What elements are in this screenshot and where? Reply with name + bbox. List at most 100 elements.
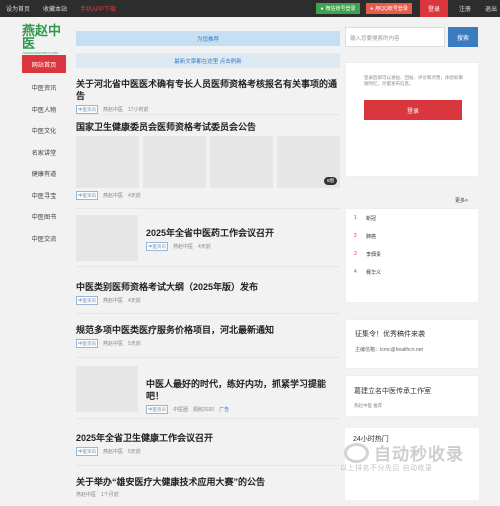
- category-tag[interactable]: 中医资讯: [76, 339, 98, 348]
- panel-login-button[interactable]: 登录: [364, 100, 462, 120]
- exit-link[interactable]: 退出: [482, 0, 500, 17]
- login-description: 登录后即可以发帖、回帖、评论和点赞，体验如果随时忆，尽量发布信息。: [364, 75, 463, 86]
- article-title[interactable]: 中医类别医师资格考试大纲（2025年版）发布: [76, 281, 340, 293]
- rank-number: 1: [354, 215, 357, 221]
- search-input[interactable]: 输入您要搜索的内容: [345, 27, 445, 47]
- article-time: 5天前: [128, 449, 141, 455]
- article-title[interactable]: 2025年全省中医药工作会议召开: [146, 227, 274, 239]
- article-title[interactable]: 关于河北省中医医术确有专长人员医师资格考核报名有关事项的通告: [76, 78, 340, 102]
- watermark: 自动秒收录 以上排名不分先后 自动收录: [337, 440, 487, 475]
- hot-tag-label: 肺癌: [366, 233, 377, 240]
- article-title[interactable]: 国家卫生健康委员会医师资格考试委员会公告: [76, 121, 340, 133]
- category-tag[interactable]: 中医资讯: [146, 405, 168, 414]
- search-button[interactable]: 搜索: [448, 27, 478, 47]
- article-time: 5天前: [128, 341, 141, 347]
- nav-item-health[interactable]: 健康有道: [22, 163, 66, 185]
- article-thumbnail[interactable]: [76, 366, 138, 412]
- wechat-login-button[interactable]: ● 微信账号登录: [316, 3, 360, 14]
- article-time: 1个月前: [101, 492, 119, 498]
- hot-tag-item[interactable]: 2 肺癌: [346, 227, 478, 245]
- bookmark-link[interactable]: 收藏本站: [43, 4, 67, 13]
- category-tag[interactable]: 中医资讯: [76, 296, 98, 305]
- banner-subtitle: 燕赵中医 推荐: [354, 403, 383, 408]
- article-item[interactable]: 关于河北省中医医术确有专长人员医师资格考核报名有关事项的通告 中医资讯 燕赵中医…: [76, 78, 340, 115]
- article-thumbnail[interactable]: [210, 136, 273, 188]
- article-title[interactable]: 中医人最好的时代，练好内功，抓紧学习提能吧！: [146, 378, 340, 402]
- article-extra: 順館2020: [193, 407, 215, 413]
- article-time: 4天前: [198, 244, 211, 250]
- refresh-tab[interactable]: 最新文章都在这里 点击刷新: [76, 53, 340, 68]
- article-item[interactable]: 2025年全省中医药工作会议召开 中医资讯 燕赵中医 4天前: [76, 215, 340, 267]
- hot-tags-list: 1 新冠 2 肺癌 3 李佃贵 4 赛华义: [345, 208, 479, 303]
- article-time: 17小时前: [128, 107, 149, 113]
- login-button[interactable]: 登录: [420, 0, 448, 17]
- article-item[interactable]: 关于举办“雄安医疗大健康技术应用大赛”的公告 燕赵中医 1个月前: [76, 476, 340, 506]
- banner-title: 征集令！优秀稿件来袭: [355, 331, 425, 338]
- more-link[interactable]: 更多>: [455, 197, 468, 204]
- hot-tag-label: 新冠: [366, 215, 377, 222]
- banner-title: 葛建立名中医传承工作室: [354, 388, 431, 395]
- article-item[interactable]: 中医类别医师资格考试大纲（2025年版）发布 中医资讯 燕赵中医 4天前: [76, 281, 340, 314]
- article-thumbnail[interactable]: [143, 136, 206, 188]
- ad-label: 广告: [219, 407, 230, 413]
- article-thumbnail[interactable]: [76, 215, 138, 261]
- logo-text: 燕赵中医: [22, 24, 62, 52]
- nav-item-forum[interactable]: 中医交流: [22, 228, 66, 250]
- article-title[interactable]: 关于举办“雄安医疗大健康技术应用大赛”的公告: [76, 476, 340, 488]
- site-logo[interactable]: 燕赵中医 YANZHAOZHONGYI.COM: [22, 25, 70, 55]
- article-item[interactable]: 中医人最好的时代，练好内功，抓紧学习提能吧！ 中医资讯 中医圈 順館2020 广…: [76, 366, 340, 419]
- studio-banner[interactable]: 葛建立名中医传承工作室 燕赵中医 推荐: [345, 375, 479, 417]
- article-source: 燕赵中医: [103, 298, 124, 304]
- app-download-link[interactable]: 手机APP下载: [80, 4, 116, 13]
- nav-item-treasure[interactable]: 中医寻宝: [22, 185, 66, 207]
- article-source: 燕赵中医: [173, 244, 194, 250]
- watermark-subtext: 以上排名不分先后 自动收录: [340, 465, 433, 472]
- article-title[interactable]: 规范多项中医类医疗服务价格项目，河北最新通知: [76, 324, 340, 336]
- rank-number: 3: [354, 251, 357, 257]
- article-item[interactable]: 国家卫生健康委员会医师资格考试委员会公告 6图 中医资讯 燕赵中医 4天前: [76, 121, 340, 209]
- article-source: 燕赵中医: [103, 341, 124, 347]
- category-tag[interactable]: 中医资讯: [76, 105, 98, 114]
- nav-item-lectures[interactable]: 名家讲堂: [22, 142, 66, 164]
- set-homepage-link[interactable]: 设为首页: [6, 4, 30, 13]
- nav-item-books[interactable]: 中医图书: [22, 206, 66, 228]
- qq-icon: ●: [370, 5, 374, 12]
- article-source: 燕赵中医: [103, 449, 124, 455]
- nav-item-home[interactable]: 网站首页: [22, 55, 66, 73]
- article-source: 中医圈: [173, 407, 189, 413]
- banner-subtitle: 主编信箱：tcmc@healthcn.net: [355, 347, 423, 353]
- article-item[interactable]: 规范多项中医类医疗服务价格项目，河北最新通知 中医资讯 燕赵中医 5天前: [76, 324, 340, 358]
- nav-item-culture[interactable]: 中医文化: [22, 120, 66, 142]
- article-source: 燕赵中医: [103, 107, 124, 113]
- watermark-text: 自动秒收录: [374, 445, 464, 464]
- hot-tag-item[interactable]: 3 李佃贵: [346, 245, 478, 263]
- category-tag[interactable]: 中医资讯: [146, 242, 168, 251]
- qq-login-label: 用QQ账号登录: [375, 6, 408, 12]
- hot-tag-item[interactable]: 4 赛华义: [346, 263, 478, 281]
- article-thumbnail[interactable]: [76, 136, 139, 188]
- login-panel: 登录后即可以发帖、回帖、评论和点赞，体验如果随时忆，尽量发布信息。 登录: [345, 62, 479, 177]
- rank-number: 4: [354, 269, 357, 275]
- article-source: 燕赵中医: [103, 193, 124, 199]
- nav-item-news[interactable]: 中医资讯: [22, 77, 66, 99]
- rank-number: 2: [354, 233, 357, 239]
- category-tag[interactable]: 中医资讯: [76, 447, 98, 456]
- image-count-badge: 6图: [323, 177, 337, 185]
- article-title[interactable]: 2025年全省卫生健康工作会议召开: [76, 432, 340, 444]
- article-time: 4天前: [128, 298, 141, 304]
- side-nav: 网站首页 中医资讯 中医人物 中医文化 名家讲堂 健康有道 中医寻宝 中医图书 …: [22, 55, 66, 249]
- watermark-logo-icon: [344, 443, 369, 463]
- hot-tag-label: 赛华义: [366, 269, 382, 276]
- category-tag[interactable]: 中医资讯: [76, 191, 98, 200]
- article-source: 燕赵中医: [76, 492, 97, 498]
- nav-item-people[interactable]: 中医人物: [22, 99, 66, 121]
- register-link[interactable]: 注册: [456, 0, 474, 17]
- wechat-login-label: 微信账号登录: [325, 6, 356, 12]
- wechat-icon: ●: [320, 5, 324, 12]
- submission-banner[interactable]: 征集令！优秀稿件来袭 主编信箱：tcmc@healthcn.net: [345, 319, 479, 369]
- article-item[interactable]: 2025年全省卫生健康工作会议召开 中医资讯 燕赵中医 5天前: [76, 432, 340, 466]
- qq-login-button[interactable]: ● 用QQ账号登录: [366, 3, 412, 14]
- article-time: 4天前: [128, 193, 141, 199]
- hot-tag-item[interactable]: 1 新冠: [346, 209, 478, 227]
- recommend-tab[interactable]: 为您推荐: [76, 31, 340, 46]
